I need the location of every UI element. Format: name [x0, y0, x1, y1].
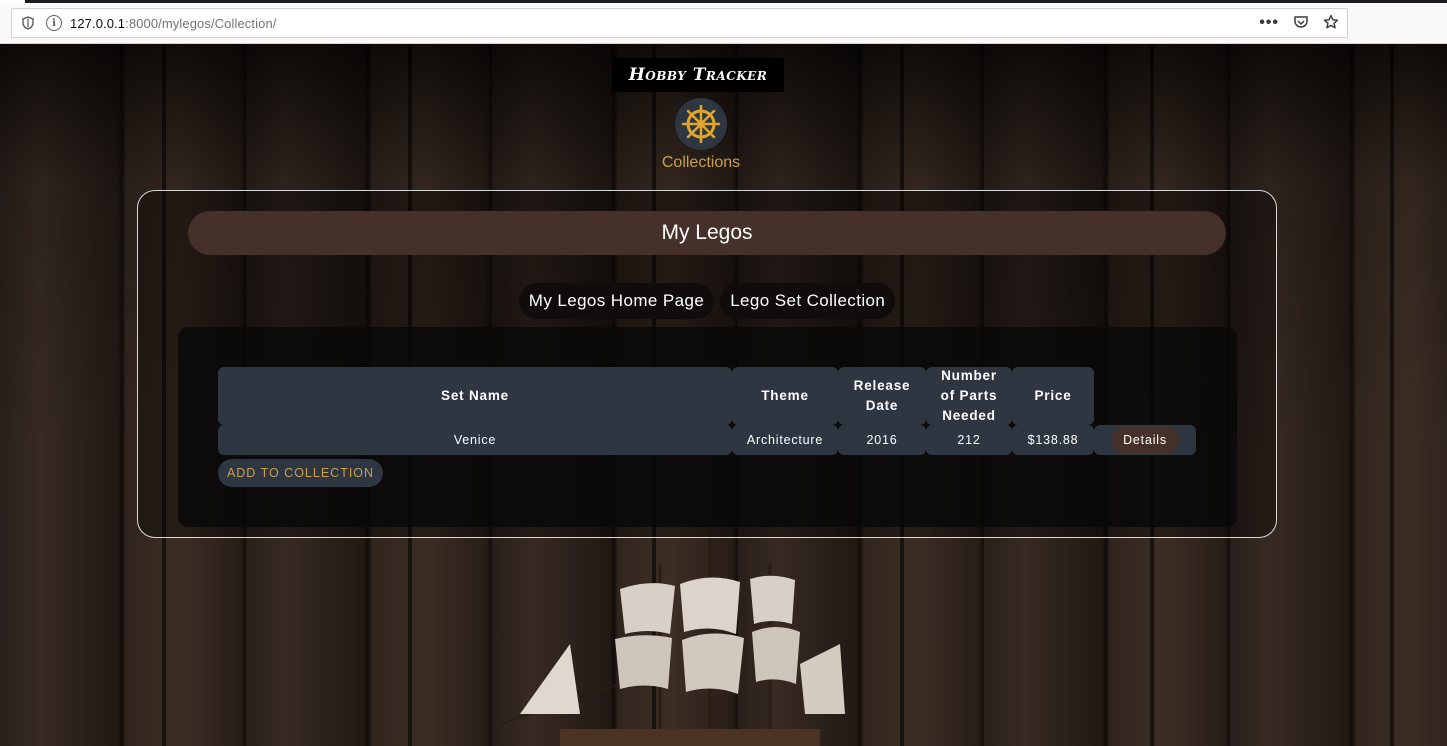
shield-icon[interactable] [20, 15, 36, 31]
collection-table: Set Name Theme Release Date Number of Pa… [218, 367, 1196, 455]
nav-collections-label: Collections [661, 154, 741, 171]
cell-action: Details [1094, 425, 1196, 455]
column-header-set-name: Set Name [218, 367, 732, 425]
cell-theme: Architecture [732, 425, 838, 455]
add-to-collection-button[interactable]: ADD TO COLLECTION [218, 459, 383, 487]
cell-parts: 212 [926, 425, 1012, 455]
column-header-release-date: Release Date [838, 367, 926, 425]
sub-navigation: My Legos Home Page Lego Set Collection [138, 283, 1276, 319]
cell-price: $138.88 [1012, 425, 1094, 455]
nav-collections[interactable]: Collections [650, 98, 752, 176]
bookmark-star-icon[interactable] [1323, 14, 1339, 33]
link-my-legos-home[interactable]: My Legos Home Page [518, 283, 715, 319]
urlbar-actions: ••• [1259, 14, 1339, 33]
details-button[interactable]: Details [1111, 427, 1179, 453]
cell-release-date: 2016 [838, 425, 926, 455]
browser-toolbar: i 127.0.0.1:8000/mylegos/Collection/ ••• [0, 0, 1447, 44]
ship-model-image [500, 524, 845, 746]
address-bar[interactable]: i 127.0.0.1:8000/mylegos/Collection/ ••• [11, 8, 1348, 38]
column-header-parts: Number of Parts Needed [926, 367, 1012, 425]
column-header-theme: Theme [732, 367, 838, 425]
page-actions-icon[interactable]: ••• [1259, 14, 1279, 32]
table-row: Venice Architecture 2016 212 $138.88 Det… [218, 425, 1196, 455]
url-host: 127.0.0.1 [70, 15, 126, 31]
page-title: My Legos [188, 211, 1226, 255]
cell-set-name: Venice [218, 425, 732, 455]
column-header-price: Price [1012, 367, 1094, 425]
collection-content: Set Name Theme Release Date Number of Pa… [178, 327, 1237, 527]
url-text[interactable]: 127.0.0.1:8000/mylegos/Collection/ [70, 16, 276, 31]
main-panel: My Legos My Legos Home Page Lego Set Col… [137, 190, 1277, 538]
table-header-row: Set Name Theme Release Date Number of Pa… [218, 367, 1196, 425]
tab-strip [0, 0, 1447, 3]
info-icon[interactable]: i [46, 15, 62, 31]
ship-wheel-icon [675, 98, 727, 150]
url-path: :8000/mylegos/Collection/ [125, 15, 277, 31]
link-lego-set-collection[interactable]: Lego Set Collection [720, 283, 896, 319]
plank-seam [1390, 44, 1394, 746]
pocket-icon[interactable] [1293, 14, 1309, 33]
brand-logo[interactable]: Hobby Tracker [612, 58, 784, 92]
